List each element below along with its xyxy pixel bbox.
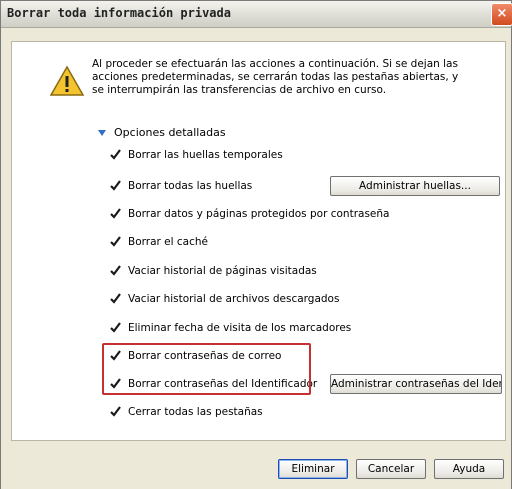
- checkbox-checked-icon[interactable]: [109, 264, 122, 277]
- option-cache[interactable]: Borrar el caché: [109, 235, 208, 248]
- delete-button[interactable]: Eliminar: [278, 459, 348, 479]
- option-close-tabs[interactable]: Cerrar todas las pestañas: [109, 405, 263, 418]
- cancel-button[interactable]: Cancelar: [356, 459, 426, 479]
- option-label: Vaciar historial de páginas visitadas: [128, 264, 317, 277]
- option-label: Borrar el caché: [128, 235, 208, 248]
- footer-bar: Eliminar Cancelar Ayuda: [1, 449, 511, 489]
- option-label: Borrar datos y páginas protegidos por co…: [128, 207, 390, 220]
- option-label: Eliminar fecha de visita de los marcador…: [128, 321, 352, 334]
- option-label: Borrar las huellas temporales: [128, 148, 283, 161]
- option-protected-data[interactable]: Borrar datos y páginas protegidos por co…: [109, 207, 389, 220]
- checkbox-checked-icon[interactable]: [109, 207, 122, 220]
- warning-message: Al proceder se efectuarán las acciones a…: [92, 58, 459, 96]
- close-icon[interactable]: ×: [491, 3, 512, 26]
- checkbox-checked-icon[interactable]: [109, 179, 122, 192]
- option-label: Cerrar todas las pestañas: [128, 405, 263, 418]
- option-temp-traces[interactable]: Borrar las huellas temporales: [109, 148, 283, 161]
- option-all-traces[interactable]: Borrar todas las huellas: [109, 179, 252, 192]
- warning-icon: [49, 65, 85, 96]
- title-bar[interactable]: Borrar toda información privada ×: [1, 1, 512, 28]
- option-label: Borrar todas las huellas: [128, 179, 253, 192]
- checkbox-checked-icon[interactable]: [109, 405, 122, 418]
- checkbox-checked-icon[interactable]: [109, 321, 122, 334]
- manage-traces-button[interactable]: Administrar huellas...: [330, 176, 500, 196]
- option-label: Vaciar historial de archivos descargados: [128, 292, 340, 305]
- option-page-history[interactable]: Vaciar historial de páginas visitadas: [109, 264, 317, 277]
- help-button[interactable]: Ayuda: [434, 459, 504, 479]
- section-label: Opciones detalladas: [114, 126, 226, 139]
- checkbox-checked-icon[interactable]: [109, 148, 122, 161]
- detailed-options-toggle[interactable]: Opciones detalladas: [98, 126, 226, 139]
- expand-triangle-icon: [98, 129, 106, 136]
- window-title: Borrar toda información privada: [7, 6, 231, 20]
- manage-passwords-button[interactable]: Administrar contraseñas del Identificado…: [330, 374, 502, 394]
- checkbox-checked-icon[interactable]: [109, 235, 122, 248]
- content-panel: Al proceder se efectuarán las acciones a…: [11, 41, 506, 441]
- dialog-window: Borrar toda información privada × Al pro…: [0, 0, 512, 489]
- option-bookmark-visits[interactable]: Eliminar fecha de visita de los marcador…: [109, 321, 351, 334]
- checkbox-checked-icon[interactable]: [109, 292, 122, 305]
- option-download-history[interactable]: Vaciar historial de archivos descargados: [109, 292, 339, 305]
- highlight-box: [102, 343, 311, 395]
